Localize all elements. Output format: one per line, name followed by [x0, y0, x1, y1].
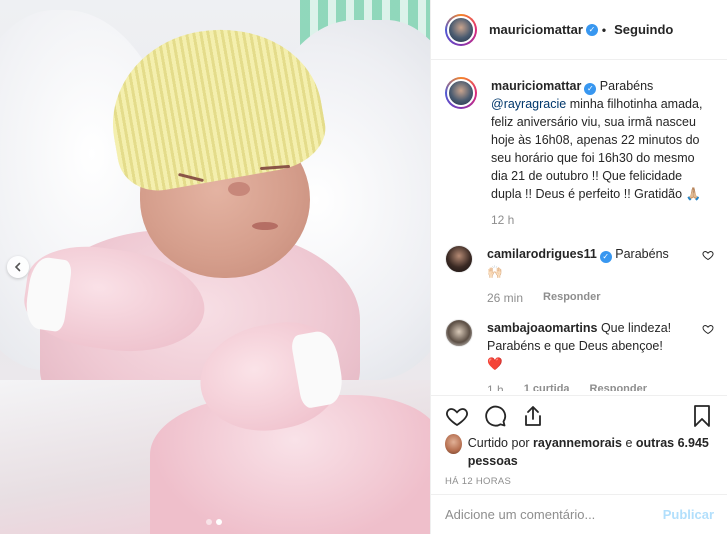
comment-input[interactable] [445, 507, 663, 522]
photo-baby-nose [228, 182, 250, 196]
comment-meta: 1 h 1 curtida Responder [487, 383, 680, 391]
chevron-left-icon [14, 262, 21, 272]
comment-timestamp[interactable]: 1 h [487, 383, 504, 391]
caption-first-word: Parabéns [599, 79, 654, 93]
carousel-indicator [206, 519, 222, 525]
bookmark-icon[interactable] [690, 404, 714, 428]
commenter-username[interactable]: sambajoaomartins [487, 321, 597, 335]
carousel-previous-button[interactable] [7, 256, 29, 278]
likes-connector: e [625, 436, 633, 450]
commenter-username[interactable]: camilarodrigues11 [487, 247, 597, 261]
caption-meta: 12 h [491, 213, 714, 227]
likes-summary: Curtido por rayannemorais e outras 6.945… [445, 434, 714, 470]
liker-avatar[interactable] [445, 434, 462, 454]
comment-meta: 26 min Responder [487, 291, 680, 305]
caption-username[interactable]: mauriciomattar [491, 79, 581, 93]
caption-author-avatar[interactable] [445, 77, 477, 109]
caption: mauriciomattar ✓ Parabéns @rayragracie mi… [445, 77, 714, 227]
comment-timestamp[interactable]: 26 min [487, 291, 523, 305]
comment-bubble-icon[interactable] [483, 404, 507, 428]
action-icons [445, 400, 714, 432]
instagram-post-modal: mauriciomattar ✓ • Seguindo mauriciomatt… [0, 0, 727, 534]
verified-badge-icon: ✓ [584, 83, 597, 95]
carousel-dot [206, 519, 212, 525]
liker-username[interactable]: rayannemorais [533, 436, 622, 450]
caption-text: mauriciomattar ✓ Parabéns @rayragracie mi… [491, 77, 714, 203]
comment-item: camilarodrigues11 ✓ Parabéns 🙌🏻 26 min Re… [445, 245, 714, 305]
post-photo[interactable] [0, 0, 430, 534]
author-avatar[interactable] [445, 13, 477, 46]
author-username[interactable]: mauriciomattar [489, 22, 583, 37]
carousel-dot-active [216, 519, 222, 525]
commenter-avatar[interactable] [445, 245, 473, 273]
following-button[interactable]: Seguindo [614, 22, 673, 37]
caption-timestamp[interactable]: 12 h [491, 213, 514, 227]
likes-prefix: Curtido por [467, 436, 530, 450]
reply-button[interactable]: Responder [543, 291, 600, 305]
comment-like-count[interactable]: 1 curtida [524, 383, 570, 391]
caption-mention-link[interactable]: @rayragracie [491, 97, 566, 111]
commenter-avatar[interactable] [445, 319, 473, 347]
post-header: mauriciomattar ✓ • Seguindo [431, 0, 727, 60]
comment-text: sambajoaomartins Que lindeza! Parabéns e… [487, 319, 680, 373]
post-side-panel: mauriciomattar ✓ • Seguindo mauriciomatt… [430, 0, 727, 534]
share-icon[interactable] [521, 404, 545, 428]
caption-body: minha filhotinha amada, feliz aniversári… [491, 97, 703, 201]
author-info: mauriciomattar ✓ • Seguindo [489, 22, 673, 37]
publish-button[interactable]: Publicar [663, 507, 714, 522]
separator-dot: • [601, 22, 607, 37]
photo-baby-mouth [252, 222, 278, 230]
like-comment-heart-icon[interactable] [702, 249, 714, 261]
like-comment-heart-icon[interactable] [702, 323, 714, 335]
like-heart-icon[interactable] [445, 404, 469, 428]
comment-text: camilarodrigues11 ✓ Parabéns 🙌🏻 [487, 245, 680, 281]
comment-item: sambajoaomartins Que lindeza! Parabéns e… [445, 319, 714, 391]
reply-button[interactable]: Responder [590, 383, 647, 391]
verified-badge-icon: ✓ [599, 251, 612, 263]
post-timestamp[interactable]: HÁ 12 HORAS [445, 476, 714, 487]
post-actions: Curtido por rayannemorais e outras 6.945… [431, 395, 727, 487]
comments-list: mauriciomattar ✓ Parabéns @rayragracie mi… [431, 61, 727, 391]
verified-badge-icon: ✓ [585, 23, 598, 36]
add-comment-bar: Publicar [431, 494, 727, 534]
